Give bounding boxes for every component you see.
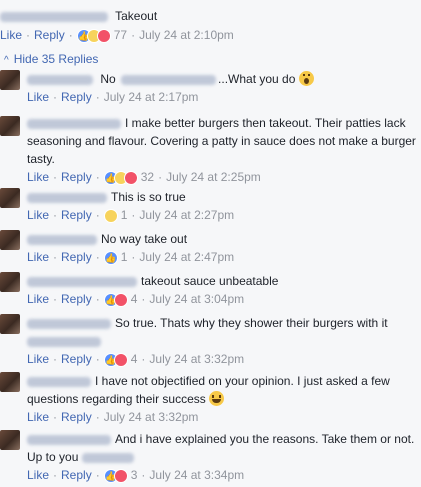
commenter-name-blurred[interactable]: [27, 376, 91, 387]
avatar[interactable]: [0, 314, 20, 334]
comment-actions: Like · Reply · 1 · July 24 at 2:27pm: [27, 208, 235, 223]
comment-actions: Like · Reply · 👍 4 · July 24 at 3:32pm: [27, 352, 245, 367]
laugh-emoji: [209, 391, 225, 406]
timestamp[interactable]: July 24 at 3:34pm: [149, 468, 244, 482]
commenter-name-blurred[interactable]: [27, 118, 121, 129]
like-icon: 👍: [103, 250, 118, 265]
avatar[interactable]: [0, 230, 20, 250]
love-icon: [113, 468, 128, 483]
love-icon: [123, 170, 138, 185]
reaction-count[interactable]: 32: [141, 170, 154, 184]
reply-link[interactable]: Reply: [61, 468, 92, 482]
timestamp[interactable]: July 24 at 2:25pm: [166, 170, 261, 184]
comment-actions: Like · Reply · July 24 at 2:17pm: [27, 90, 199, 104]
reaction-count[interactable]: 4: [131, 352, 138, 366]
love-icon: [113, 352, 128, 367]
timestamp[interactable]: July 24 at 3:04pm: [149, 292, 244, 306]
reply-link[interactable]: Reply: [61, 90, 92, 104]
comment-text: ...What you do: [218, 72, 296, 86]
reactions-summary[interactable]: 👍: [103, 352, 128, 367]
reactions-summary[interactable]: 👍: [76, 28, 111, 43]
comment-text: This is so true: [111, 190, 186, 204]
commenter-name-blurred[interactable]: [27, 434, 111, 445]
love-icon: [113, 292, 128, 307]
chevron-up-icon: ^: [4, 55, 9, 66]
reaction-count[interactable]: 3: [131, 468, 138, 482]
reactions-summary[interactable]: 👍: [103, 250, 118, 265]
avatar[interactable]: [0, 372, 20, 392]
comment-actions: Like · Reply · 👍 77 · July 24 at 2:10pm: [0, 28, 234, 43]
reaction-count[interactable]: 1: [121, 250, 128, 264]
reply-link[interactable]: Reply: [61, 292, 92, 306]
reactions-summary[interactable]: [103, 208, 118, 223]
haha-icon: [103, 208, 118, 223]
reply-link[interactable]: Reply: [61, 352, 92, 366]
timestamp[interactable]: July 24 at 3:32pm: [149, 352, 244, 366]
timestamp[interactable]: July 24 at 3:32pm: [104, 410, 199, 424]
commenter-name-blurred[interactable]: [0, 11, 108, 22]
comment-text: takeout sauce unbeatable: [141, 274, 279, 288]
avatar[interactable]: [0, 272, 20, 292]
mentioned-name-blurred[interactable]: [121, 74, 217, 85]
reaction-count[interactable]: 77: [114, 28, 127, 42]
commenter-name-blurred[interactable]: [27, 318, 111, 329]
comment-actions: Like · Reply · 👍 32 · July 24 at 2:25pm: [27, 170, 261, 185]
top-comment: Takeout Like · Reply · 👍 77 · July 24 at 2:10pm: [0, 6, 421, 44]
comment-text: No way take out: [101, 232, 188, 246]
like-link[interactable]: Like: [27, 208, 49, 222]
commenter-name-blurred[interactable]: [27, 74, 93, 85]
avatar[interactable]: [0, 188, 20, 208]
reactions-summary[interactable]: 👍: [103, 468, 128, 483]
reactions-summary[interactable]: 👍: [103, 292, 128, 307]
comment-text: Takeout: [115, 9, 158, 23]
timestamp[interactable]: July 24 at 2:17pm: [104, 90, 199, 104]
reply-link[interactable]: Reply: [61, 410, 92, 424]
reaction-count[interactable]: 4: [131, 292, 138, 306]
like-link[interactable]: Like: [27, 170, 49, 184]
like-link[interactable]: Like: [27, 292, 49, 306]
commenter-name-blurred[interactable]: [27, 276, 137, 287]
comment-text: So true. Thats why they shower their bur…: [115, 316, 388, 330]
love-icon: [96, 28, 111, 43]
commenter-name-blurred[interactable]: [27, 234, 97, 245]
comment-actions: Like · Reply · 👍 4 · July 24 at 3:04pm: [27, 292, 245, 307]
reply-link[interactable]: Reply: [61, 250, 92, 264]
comment-actions: Like · Reply · July 24 at 3:32pm: [27, 410, 199, 424]
timestamp[interactable]: July 24 at 2:47pm: [139, 250, 234, 264]
like-link[interactable]: Like: [0, 28, 22, 42]
comment-actions: Like · Reply · 👍 3 · July 24 at 3:34pm: [27, 468, 245, 483]
reactions-summary[interactable]: 👍: [103, 170, 138, 185]
mentioned-name-blurred[interactable]: [81, 452, 134, 463]
hide-replies-label: Hide 35 Replies: [13, 52, 99, 66]
comment-actions: Like · Reply · 👍 1 · July 24 at 2:47pm: [27, 250, 235, 265]
avatar[interactable]: [0, 116, 20, 136]
reaction-count[interactable]: 1: [121, 208, 128, 222]
avatar[interactable]: [0, 70, 20, 90]
like-link[interactable]: Like: [27, 250, 49, 264]
timestamp[interactable]: July 24 at 2:10pm: [139, 28, 234, 42]
timestamp[interactable]: July 24 at 2:27pm: [139, 208, 234, 222]
reply-link[interactable]: Reply: [61, 170, 92, 184]
like-link[interactable]: Like: [27, 410, 49, 424]
commenter-name-blurred[interactable]: [27, 192, 107, 203]
like-link[interactable]: Like: [27, 352, 49, 366]
reply-link[interactable]: Reply: [34, 28, 65, 42]
reply-link[interactable]: Reply: [61, 208, 92, 222]
wow-emoji: [298, 71, 314, 86]
comment-thread: Takeout Like · Reply · 👍 77 · July 24 at 2:10pm…: [0, 0, 421, 487]
mentioned-name-blurred[interactable]: [27, 336, 101, 347]
avatar[interactable]: [0, 430, 20, 450]
comment-text: No: [100, 72, 116, 86]
like-link[interactable]: Like: [27, 90, 49, 104]
like-link[interactable]: Like: [27, 468, 49, 482]
hide-replies-link[interactable]: ^ Hide 35 Replies: [4, 51, 98, 69]
